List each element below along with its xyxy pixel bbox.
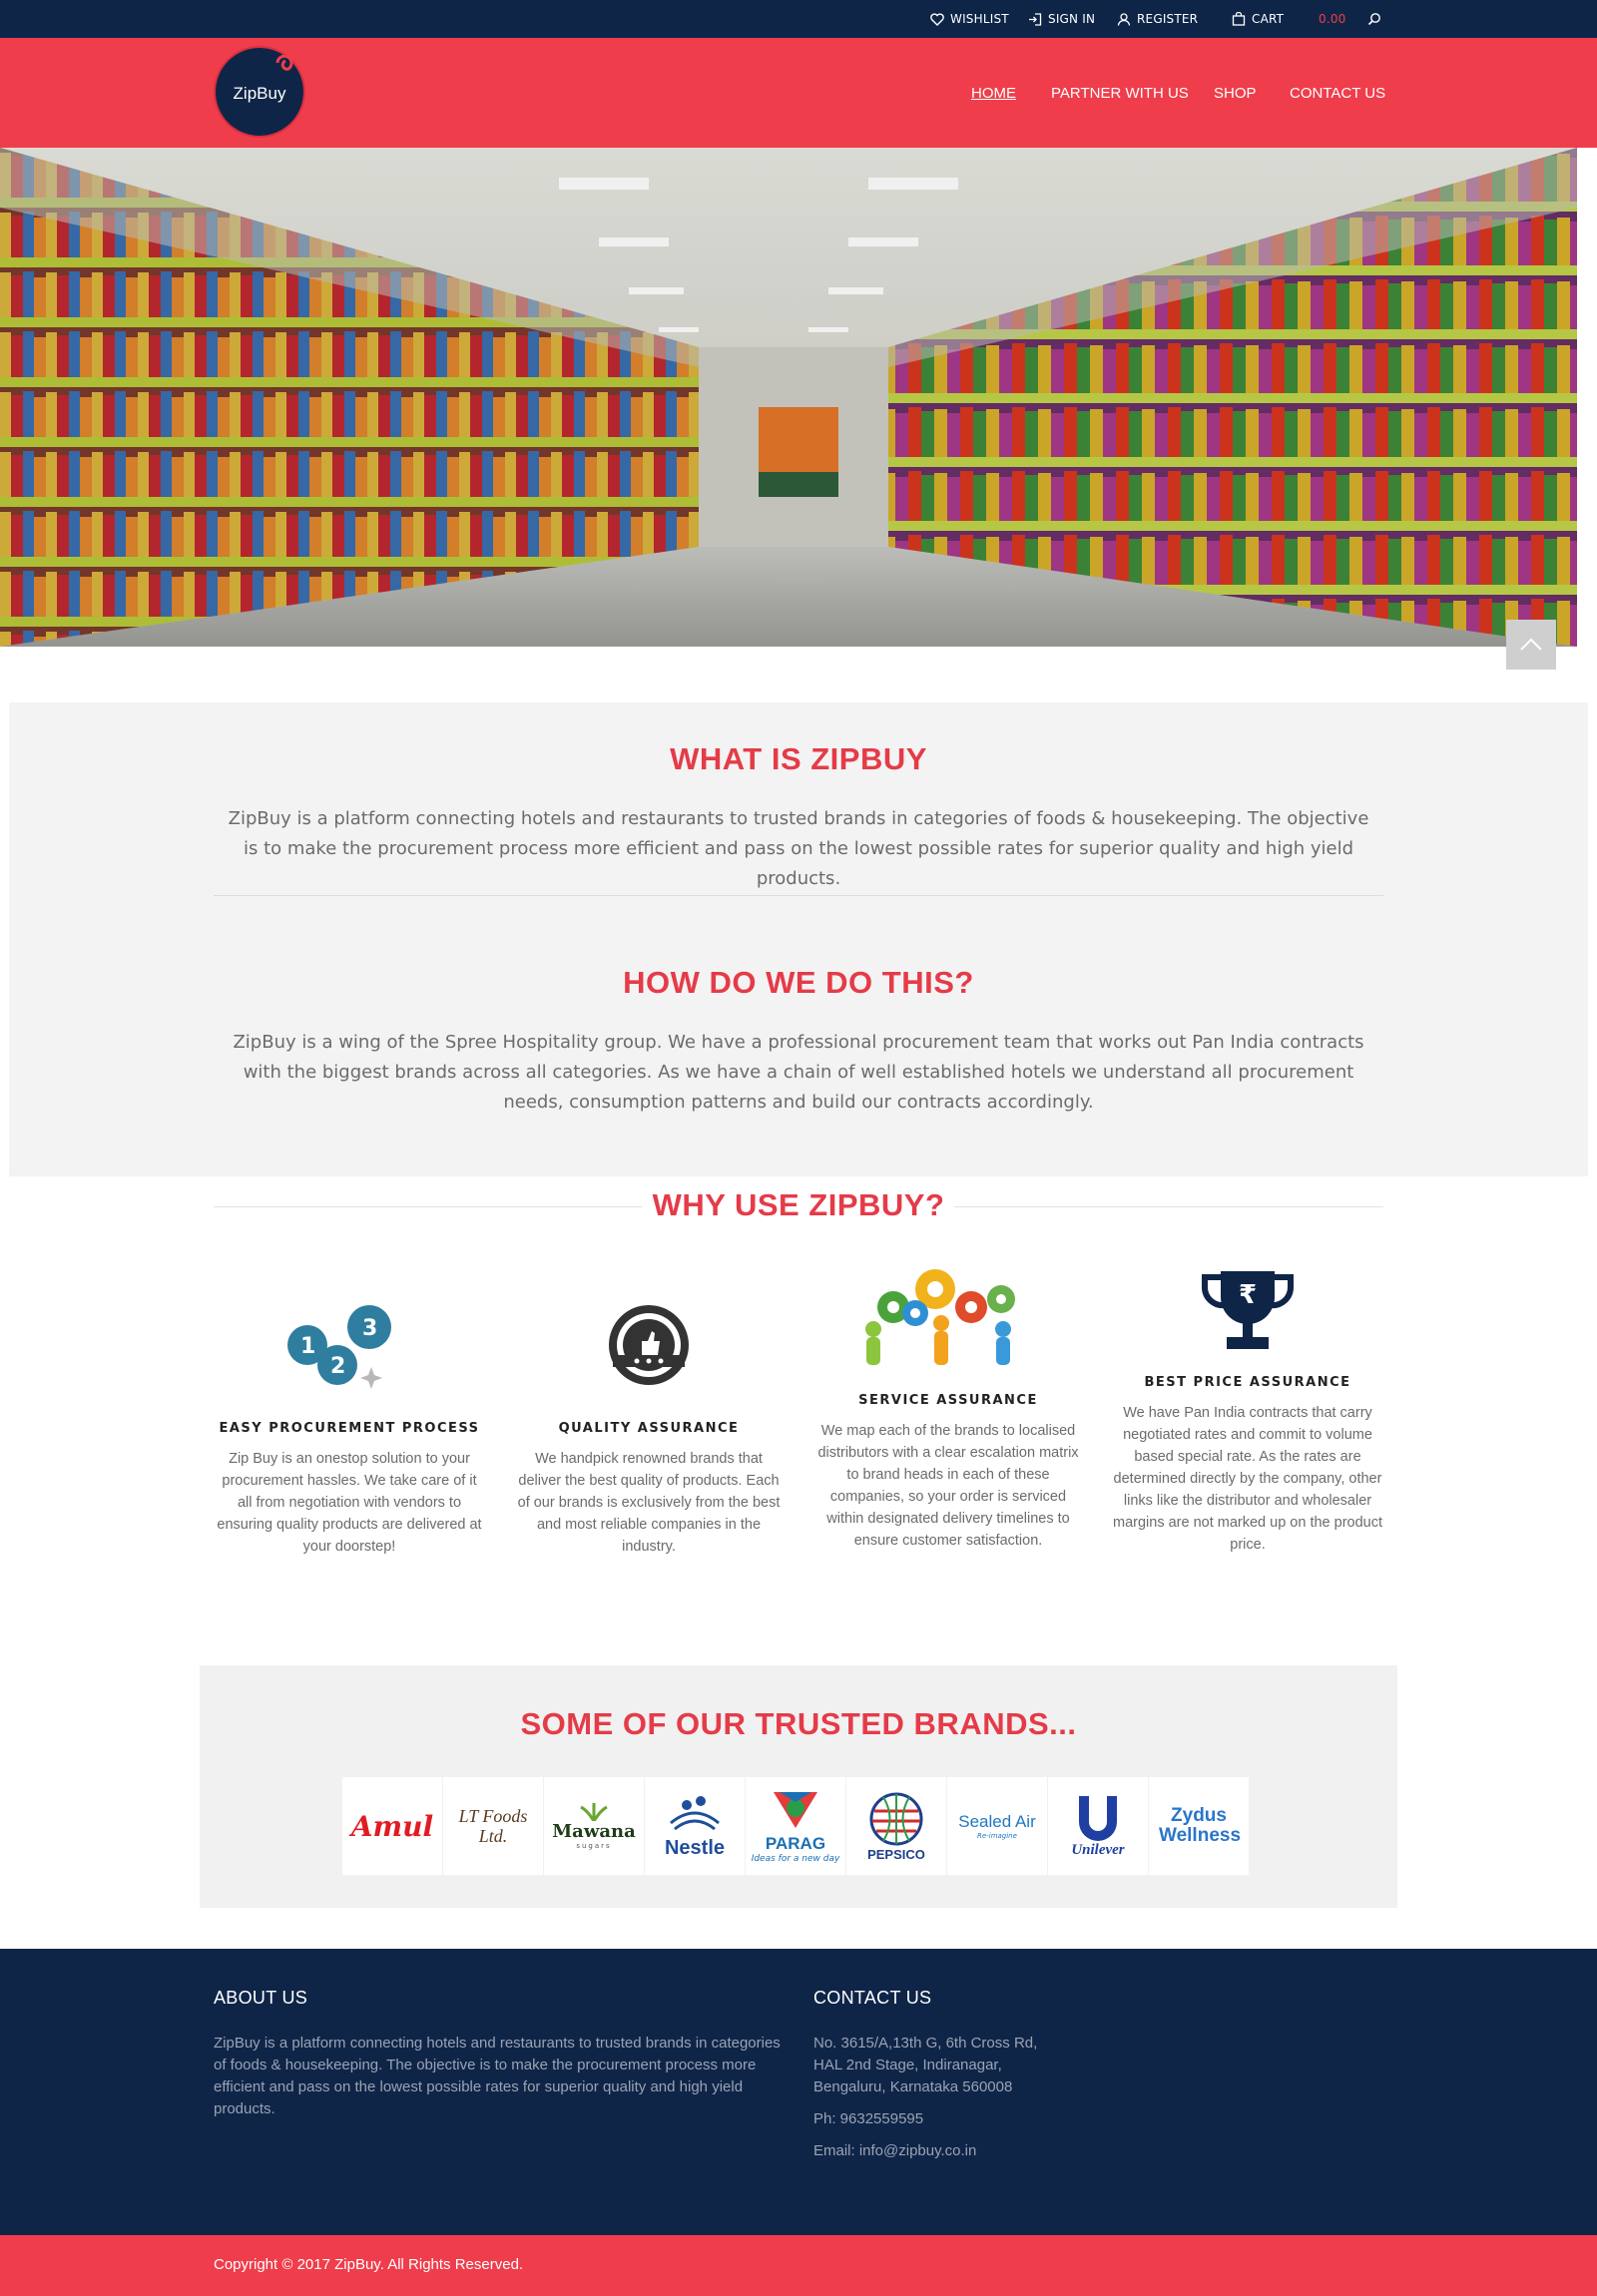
nav-home[interactable]: HOME xyxy=(971,38,1016,148)
copyright-bar: Copyright © 2017 ZipBuy. All Rights Rese… xyxy=(0,2235,1597,2296)
register-label: REGISTER xyxy=(1137,12,1199,26)
about-us-text: ZipBuy is a platform connecting hotels a… xyxy=(214,2035,781,2117)
hero-supermarket-aisle-image xyxy=(0,148,1577,647)
chevron-up-icon xyxy=(1520,638,1542,651)
feature-title: SERVICE ASSURANCE xyxy=(858,1393,1038,1408)
nav-contact-us[interactable]: CONTACT US xyxy=(1290,38,1385,148)
address-line-3: Bengaluru, Karnataka 560008 xyxy=(813,2078,1013,2095)
cart-link[interactable]: CART xyxy=(1232,0,1284,38)
contact-us-heading: CONTACT US xyxy=(813,1988,932,2008)
main-header: ZipBuy HOME PARTNER WITH US SHOP CONTACT… xyxy=(0,38,1597,148)
svg-text:3: 3 xyxy=(362,1316,377,1341)
svg-text:₹: ₹ xyxy=(1239,1280,1257,1310)
numbered-gears-icon: 123 xyxy=(287,1305,391,1389)
parag-logo-icon xyxy=(774,1792,817,1828)
quality-badge-icon xyxy=(609,1305,689,1385)
brand-logo-row: Amul LT Foods Ltd. Mawana sugars Nestle … xyxy=(342,1777,1250,1875)
phone-number: Ph: 9632559595 xyxy=(813,2110,924,2127)
shopping-bag-icon xyxy=(1232,12,1246,26)
how-do-we-title: HOW DO WE DO THIS? xyxy=(623,965,974,1000)
unilever-u-icon xyxy=(1079,1795,1117,1841)
brand-logo-zydus-wellness[interactable]: Zydus Wellness xyxy=(1149,1777,1249,1875)
feature-service-assurance: SERVICE ASSURANCE We map each of the bra… xyxy=(813,1267,1083,1552)
copyright-text: Copyright © 2017 ZipBuy. All Rights Rese… xyxy=(214,2256,524,2273)
what-is-zipbuy-title: WHAT IS ZIPBUY xyxy=(670,741,927,776)
register-link[interactable]: REGISTER xyxy=(1117,0,1198,38)
sign-in-label: SIGN IN xyxy=(1048,12,1096,26)
hero-aisle-illustration xyxy=(0,148,1577,647)
user-icon xyxy=(1117,12,1131,26)
feature-description: We map each of the brands to localised d… xyxy=(817,1423,1079,1549)
top-utility-bar: WISHLIST SIGN IN REGISTER CART 0.00 xyxy=(0,0,1597,38)
wishlist-link[interactable]: WISHLIST xyxy=(930,0,1009,38)
heart-icon xyxy=(930,12,944,26)
rupee-trophy-icon: ₹ xyxy=(1201,1271,1295,1349)
what-is-zipbuy-text: ZipBuy is a platform connecting hotels a… xyxy=(228,808,1369,889)
brand-logo-sealed-air[interactable]: Sealed Air Re-imagine xyxy=(947,1777,1047,1875)
address-line-1: No. 3615/A,13th G, 6th Cross Rd, xyxy=(813,2035,1038,2052)
feature-description: We have Pan India contracts that carry n… xyxy=(1113,1405,1383,1553)
wishlist-label: WISHLIST xyxy=(950,12,1009,26)
sign-in-link[interactable]: SIGN IN xyxy=(1028,0,1095,38)
feature-description: Zip Buy is an onestop solution to your p… xyxy=(217,1451,482,1555)
cart-label: CART xyxy=(1252,12,1285,26)
feature-title: EASY PROCUREMENT PROCESS xyxy=(219,1421,480,1436)
feature-easy-procurement: 123 EASY PROCUREMENT PROCESS Zip Buy is … xyxy=(215,1297,484,1558)
footer: ABOUT US ZipBuy is a platform connecting… xyxy=(0,1949,1597,2235)
scroll-to-top-button[interactable] xyxy=(1506,620,1556,670)
team-gears-icon xyxy=(865,1269,1015,1365)
brand-logo-nestle[interactable]: Nestle xyxy=(645,1777,745,1875)
how-do-we-text: ZipBuy is a wing of the Spree Hospitalit… xyxy=(233,1032,1364,1113)
sign-in-icon xyxy=(1029,12,1042,26)
brand-logo-pepsico[interactable]: PEPSICO xyxy=(846,1777,946,1875)
feature-best-price-assurance: ₹ BEST PRICE ASSURANCE We have Pan India… xyxy=(1113,1267,1382,1556)
nav-partner-with-us[interactable]: PARTNER WITH US xyxy=(1051,38,1189,148)
trusted-brands-title: SOME OF OUR TRUSTED BRANDS... xyxy=(520,1706,1077,1741)
feature-description: We handpick renowned brands that deliver… xyxy=(517,1451,781,1555)
pepsico-globe-icon xyxy=(869,1792,923,1845)
zipbuy-logo[interactable]: ZipBuy xyxy=(214,46,305,138)
svg-text:1: 1 xyxy=(300,1334,315,1359)
logo-text: ZipBuy xyxy=(233,84,286,103)
brand-logo-mawana[interactable]: Mawana sugars xyxy=(544,1777,644,1875)
brand-logo-amul[interactable]: Amul xyxy=(342,1777,442,1875)
cart-total: 0.00 xyxy=(1319,12,1346,26)
mawana-leaf-icon xyxy=(580,1802,608,1821)
nav-shop[interactable]: SHOP xyxy=(1214,38,1257,148)
about-us-heading: ABOUT US xyxy=(214,1988,308,2008)
address-line-2: HAL 2nd Stage, Indiranagar, xyxy=(813,2057,1002,2073)
section-divider xyxy=(214,895,1383,896)
email-link[interactable]: Email: info@zipbuy.co.in xyxy=(813,2140,976,2162)
logo-swirl-icon xyxy=(275,54,293,71)
trusted-brands-section: SOME OF OUR TRUSTED BRANDS... Amul LT Fo… xyxy=(200,1665,1397,1908)
feature-title: QUALITY ASSURANCE xyxy=(558,1421,740,1436)
feature-title: BEST PRICE ASSURANCE xyxy=(1144,1375,1351,1390)
feature-quality-assurance: QUALITY ASSURANCE We handpick renowned b… xyxy=(514,1297,784,1558)
why-use-zipbuy-title: WHY USE ZIPBUY? xyxy=(652,1187,945,1222)
nestle-nest-icon xyxy=(670,1795,720,1830)
brand-logo-parag[interactable]: PARAG Ideas for a new day xyxy=(746,1777,845,1875)
svg-text:2: 2 xyxy=(330,1354,345,1379)
brand-logo-lt-foods[interactable]: LT Foods Ltd. xyxy=(443,1777,543,1875)
search-icon xyxy=(1367,13,1380,26)
search-button[interactable] xyxy=(1367,0,1387,38)
brand-logo-unilever[interactable]: Unilever xyxy=(1048,1777,1148,1875)
